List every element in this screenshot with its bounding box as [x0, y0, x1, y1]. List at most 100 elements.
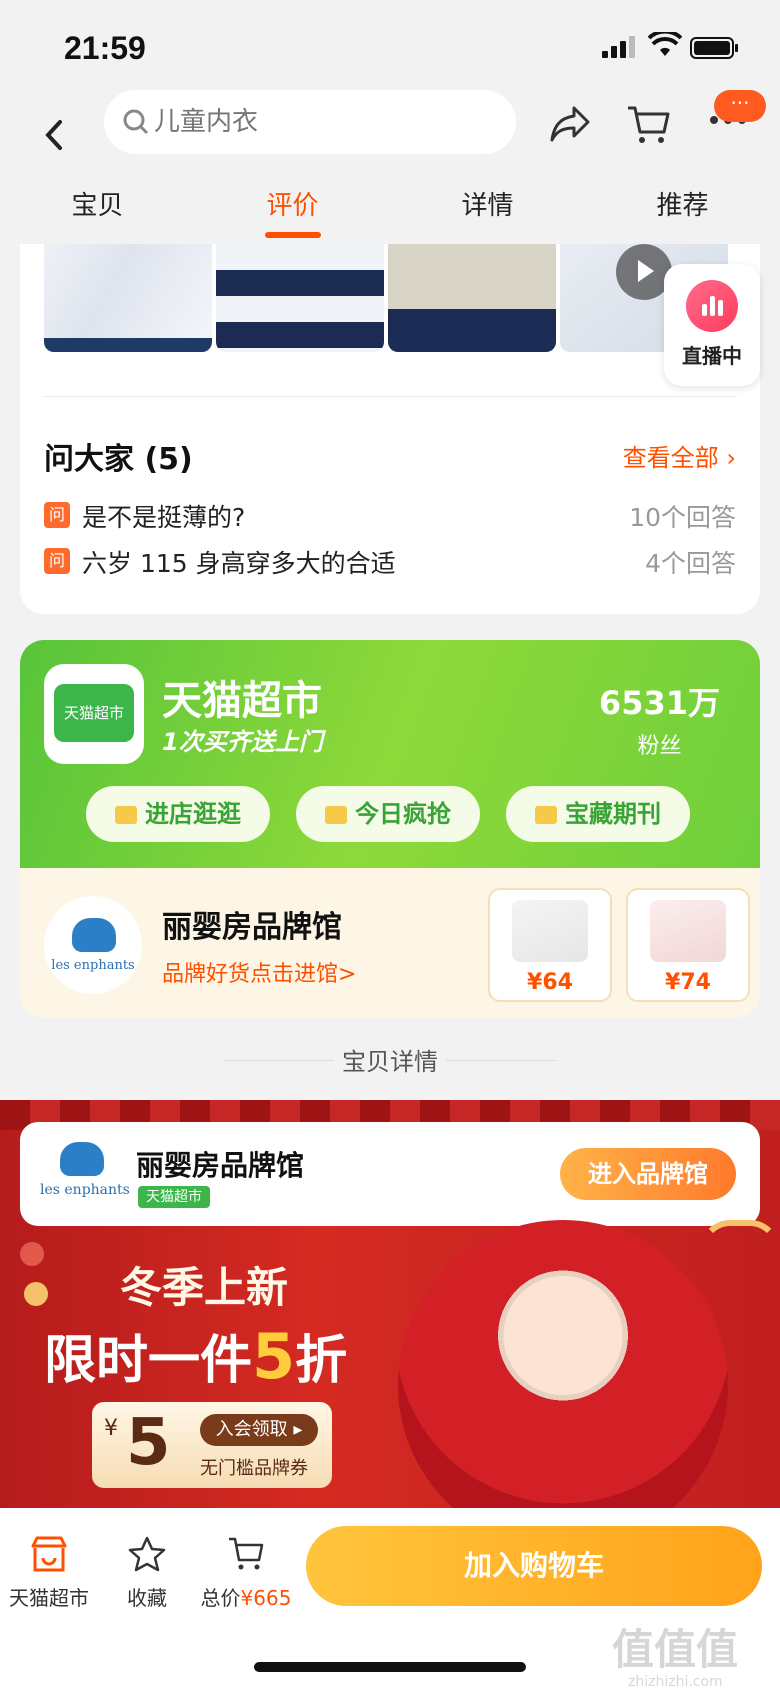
watermark: 值值值 zhizhizhi.com [612, 1616, 780, 1688]
brand-logo-text: les enphants [51, 958, 135, 973]
back-arrow-icon[interactable] [30, 110, 80, 160]
headline-part: 折 [295, 1331, 348, 1391]
qa-question: 六岁 115 身高穿多大的合适 [82, 549, 396, 578]
tmall-logo-text: 天猫超市 [54, 684, 134, 742]
watermark-text: 值值值 [612, 1625, 739, 1674]
coupon-desc: 无门槛品牌券 [200, 1458, 308, 1479]
review-card: 问大家 (5) 查看全部 › 问 是不是挺薄的? 10个回答 问 六岁 115 … [20, 244, 760, 614]
decor-dot [20, 1242, 44, 1266]
product-price: ¥74 [665, 970, 711, 995]
brand-name: 丽婴房品牌馆 [162, 910, 342, 945]
qa-item[interactable]: 问 六岁 115 身高穿多大的合适 4个回答 [44, 542, 736, 582]
brand-logo-text: les enphants [40, 1182, 130, 1198]
qa-question: 是不是挺薄的? [82, 503, 246, 532]
question-icon: 问 [44, 502, 70, 528]
brand-logo: les enphants [44, 896, 142, 994]
tab-label: 天猫超市 [9, 1586, 89, 1610]
total-price: ¥665 [240, 1586, 292, 1610]
message-badge[interactable]: ··· [714, 90, 766, 122]
tab-details[interactable]: 详情 [390, 186, 585, 246]
banner-brand-name: 丽婴房品牌馆 [136, 1149, 305, 1182]
tab-bar: 宝贝 评价 详情 推荐 [0, 186, 780, 246]
signal-icon [602, 36, 635, 58]
total-label: 总价 [200, 1586, 241, 1610]
ribbon-decoration [700, 1220, 780, 1280]
fans-number: 6531万 [598, 684, 720, 722]
product-image [650, 900, 726, 962]
visit-store-button[interactable]: 进店逛逛 [86, 786, 270, 842]
tab-reviews[interactable]: 评价 [195, 186, 390, 246]
search-icon [123, 109, 149, 135]
live-chart-icon [686, 280, 738, 332]
battery-icon [690, 37, 738, 59]
coupon-value: 5 [126, 1406, 171, 1480]
coupon-currency: ¥ [104, 1416, 118, 1441]
daily-deals-button[interactable]: 今日疯抢 [296, 786, 480, 842]
store-icon [31, 1536, 67, 1572]
review-photo[interactable] [388, 244, 556, 352]
product-price: ¥64 [527, 970, 573, 995]
divider [44, 396, 736, 397]
review-photos [44, 244, 728, 352]
pill-label: 进店逛逛 [145, 800, 241, 828]
promo-banner[interactable]: les enphants 丽婴房品牌馆 天猫超市 进入品牌馆 冬季上新 限时一件… [0, 1100, 780, 1508]
note-icon [535, 806, 557, 824]
coupon[interactable]: ¥ 5 入会领取 ▸ 无门槛品牌券 [92, 1402, 332, 1488]
fans-count: 6531万 粉丝 [599, 678, 720, 760]
add-to-cart-button[interactable]: 加入购物车 [306, 1526, 762, 1606]
total-price-label: 总价¥665 [196, 1582, 296, 1611]
decor-dot [24, 1282, 48, 1306]
qa-view-all-link[interactable]: 查看全部 › [623, 438, 736, 473]
top-nav: ··· [0, 90, 780, 190]
folder-icon [115, 806, 137, 824]
headline-part: 限时一件 [44, 1331, 253, 1391]
fans-label: 粉丝 [637, 734, 682, 759]
pill-label: 宝藏期刊 [565, 800, 661, 828]
claim-coupon-button[interactable]: 入会领取 ▸ [200, 1414, 318, 1446]
review-photo[interactable] [216, 244, 384, 352]
search-input[interactable] [154, 102, 494, 142]
treasure-issue-button[interactable]: 宝藏期刊 [506, 786, 690, 842]
cart-total-tab[interactable]: 总价¥665 [196, 1536, 296, 1611]
cart-icon[interactable] [626, 104, 670, 146]
product-image [512, 900, 588, 962]
brand-link[interactable]: 品牌好货点击进馆> [162, 956, 356, 988]
lightning-icon [325, 806, 347, 824]
enter-brand-hall-button[interactable]: 进入品牌馆 [560, 1148, 736, 1200]
qa-item[interactable]: 问 是不是挺薄的? 10个回答 [44, 496, 736, 536]
tab-item[interactable]: 宝贝 [0, 186, 195, 246]
live-label: 直播中 [682, 344, 742, 368]
child-model-image [398, 1220, 728, 1508]
tab-recommend[interactable]: 推荐 [585, 186, 780, 246]
elephant-logo-icon [72, 918, 116, 952]
home-indicator [254, 1662, 526, 1672]
tmall-store-tab[interactable]: 天猫超市 [6, 1536, 92, 1611]
share-icon[interactable] [548, 104, 592, 144]
product-thumb[interactable]: ¥74 [626, 888, 750, 1002]
banner-subheadline: 限时一件5折 [44, 1318, 347, 1393]
tab-label: 收藏 [127, 1586, 167, 1610]
star-icon [128, 1536, 166, 1572]
elephant-logo-icon [60, 1142, 104, 1176]
favorite-tab[interactable]: 收藏 [112, 1536, 182, 1611]
wifi-icon [648, 32, 682, 56]
search-bar[interactable] [104, 90, 516, 154]
banner-headline: 冬季上新 [120, 1263, 289, 1312]
product-thumb[interactable]: ¥64 [488, 888, 612, 1002]
section-title: 宝贝详情 [0, 1042, 780, 1077]
tmall-tag: 天猫超市 [138, 1186, 210, 1208]
watermark-url: zhizhizhi.com [628, 1674, 723, 1688]
tmall-supermarket-card[interactable]: 天猫超市 天猫超市 1次买齐送上门 6531万 粉丝 进店逛逛 今日疯抢 宝藏期… [20, 640, 760, 868]
qa-answer-count: 10个回答 [629, 503, 736, 532]
tmall-logo: 天猫超市 [44, 664, 144, 764]
qa-answer-count: 4个回答 [645, 549, 736, 578]
store-slogan: 1次买齐送上门 [162, 728, 323, 756]
brand-hall-card[interactable]: les enphants 丽婴房品牌馆 品牌好货点击进馆> ¥64 ¥74 [20, 868, 760, 1018]
banner-brand-card: les enphants 丽婴房品牌馆 天猫超市 进入品牌馆 [20, 1122, 760, 1226]
status-time: 21:59 [64, 30, 146, 66]
pill-label: 今日疯抢 [355, 800, 451, 828]
review-photo[interactable] [44, 244, 212, 352]
headline-discount: 5 [252, 1320, 296, 1393]
bottom-action-bar: 天猫超市 收藏 总价¥665 加入购物车 值值值 zhizhizhi.com [0, 1508, 780, 1688]
live-stream-button[interactable]: 直播中 [664, 264, 760, 386]
